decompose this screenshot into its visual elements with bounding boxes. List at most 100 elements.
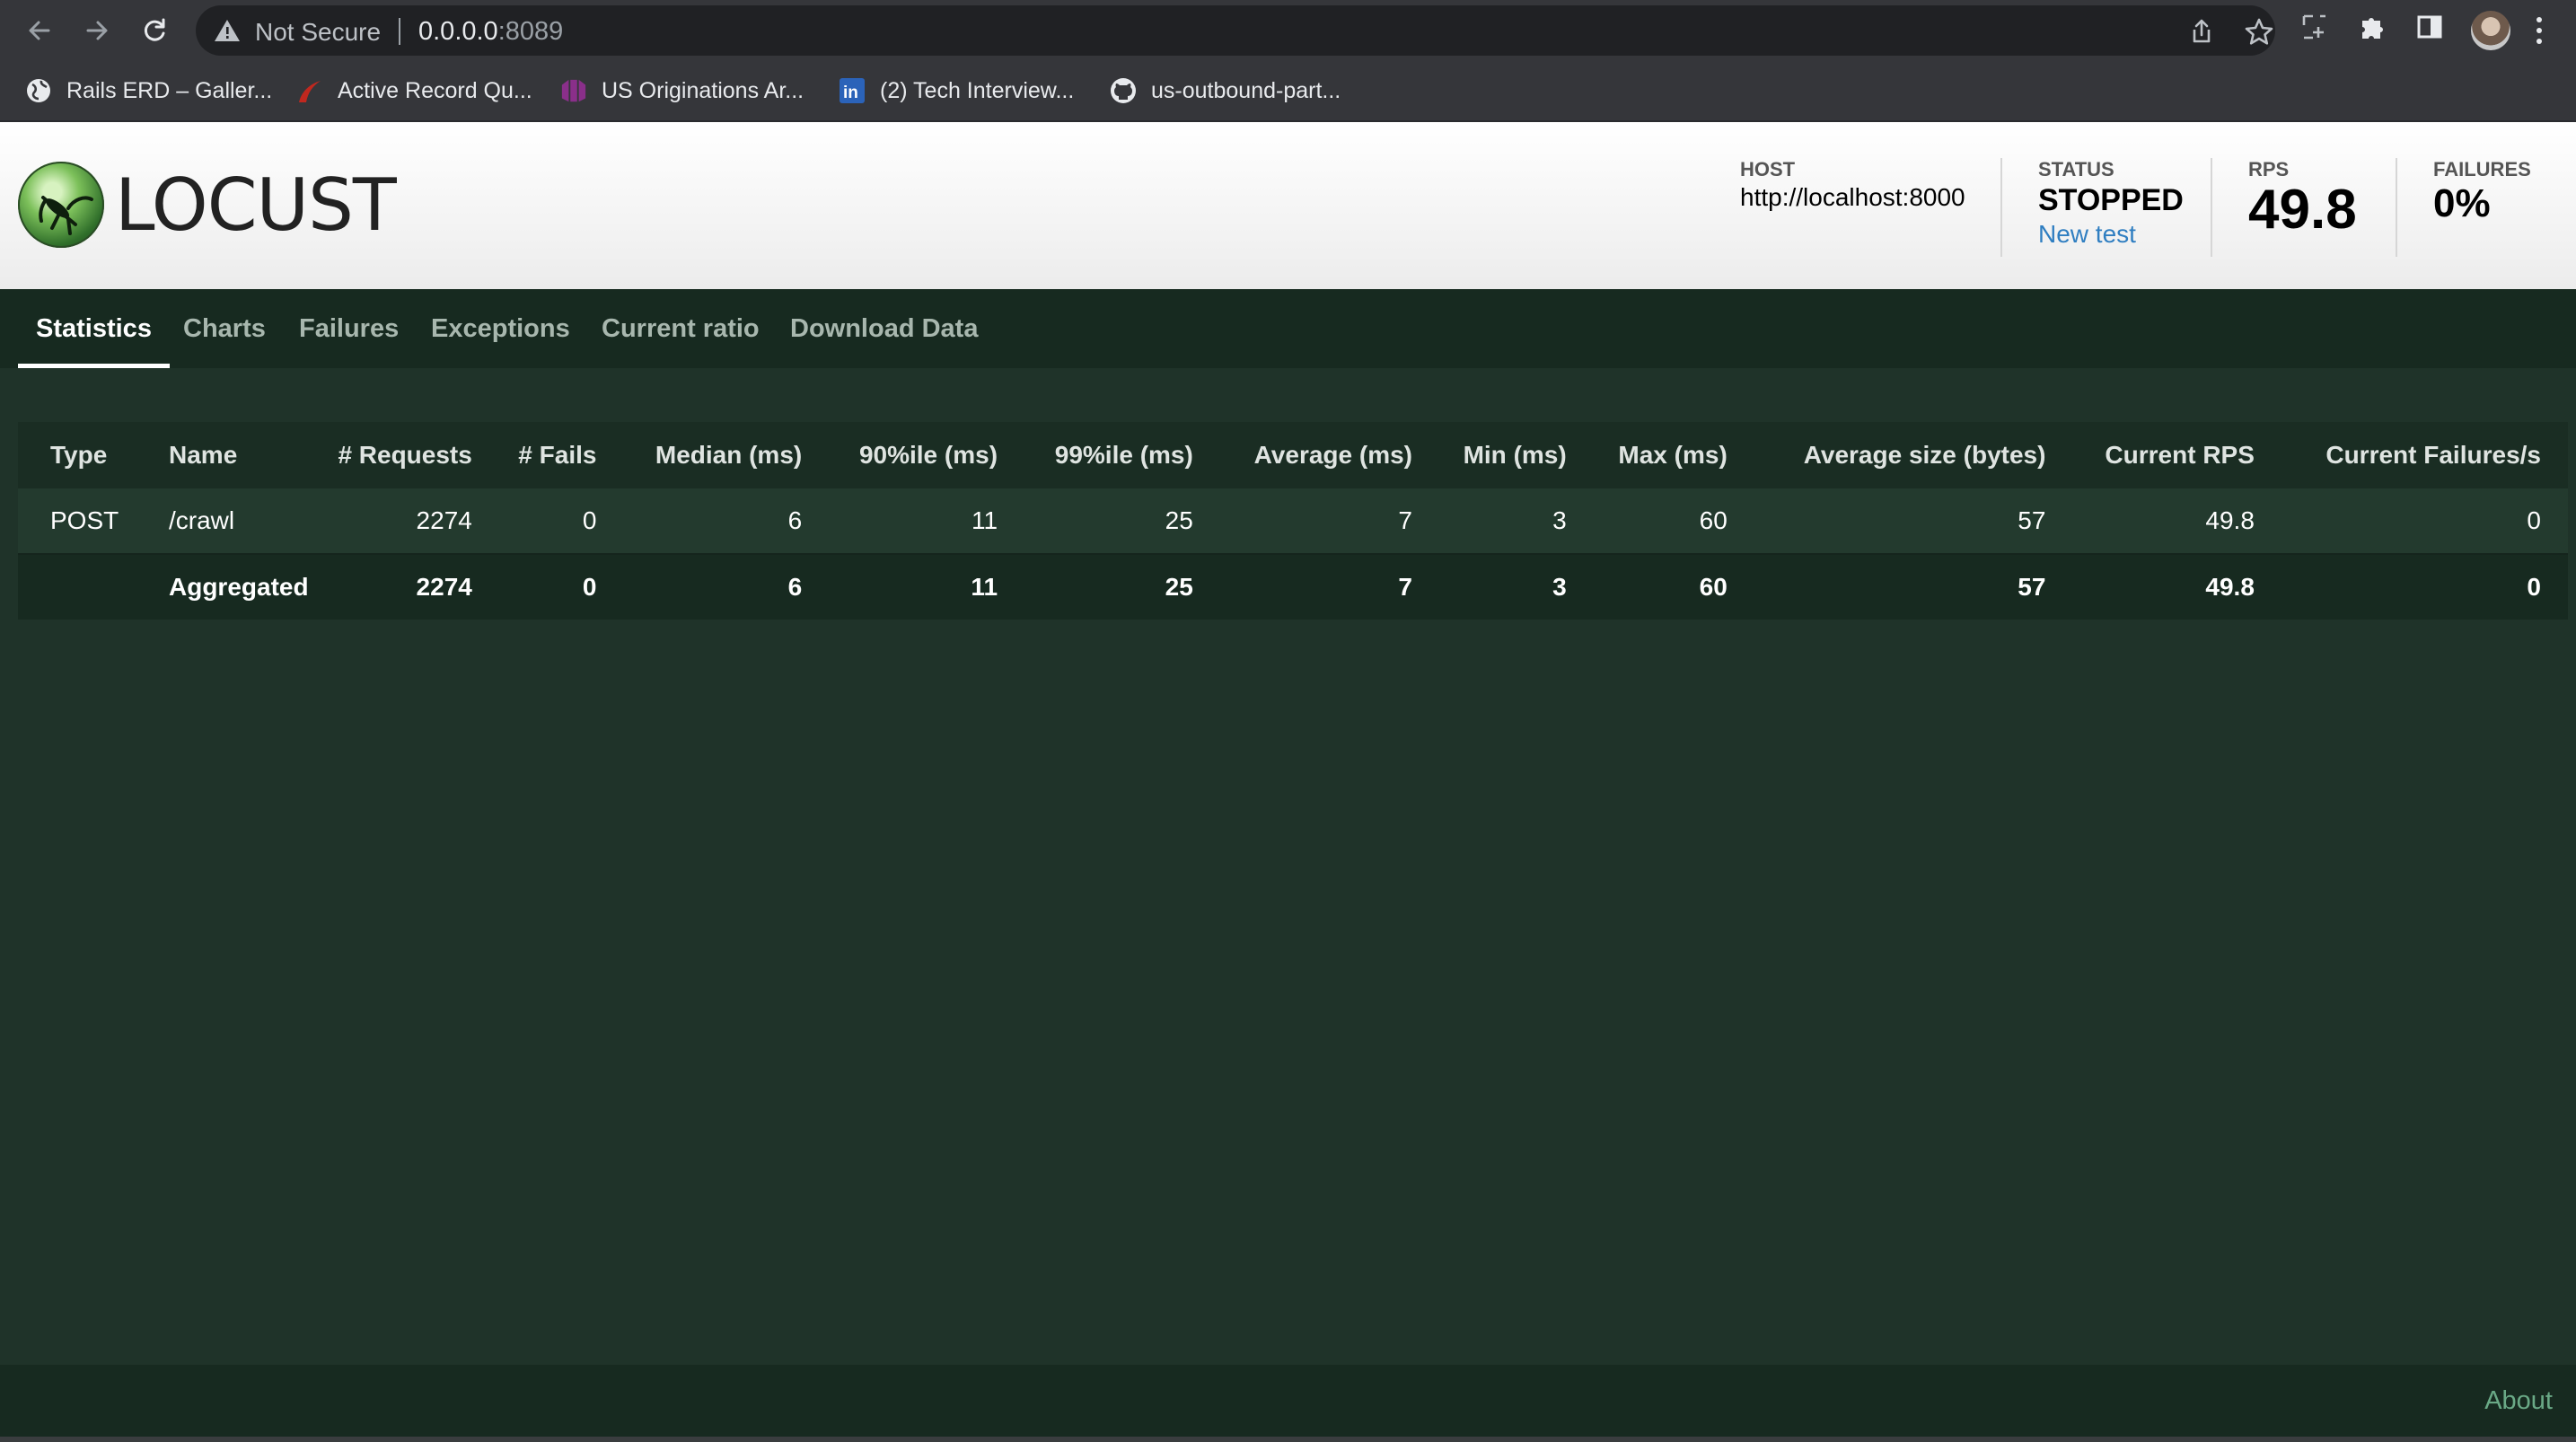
failures-stat: FAILURES 0%	[2433, 158, 2531, 226]
reload-icon	[144, 18, 165, 41]
security-label[interactable]: Not Secure	[255, 18, 381, 47]
tab-statistics[interactable]: Statistics	[18, 289, 170, 368]
cell-name: /crawl	[133, 488, 309, 554]
omnibox-divider	[399, 18, 400, 45]
cell-name: Aggregated	[133, 553, 309, 620]
cell-p99: 25	[1024, 553, 1220, 620]
tab-failures[interactable]: Failures	[281, 289, 417, 368]
cell-requests: 2274	[308, 553, 499, 620]
cell-current-rps: 49.8	[2072, 488, 2281, 554]
browser-toolbar: Not Secure 0.0.0.0:8089	[0, 0, 2576, 61]
column-header[interactable]: Current Failures/s	[2281, 422, 2568, 488]
table-header-row: Type Name # Requests # Fails Median (ms)…	[18, 422, 2568, 488]
column-header[interactable]: Average (ms)	[1219, 422, 1439, 488]
locust-logo-icon[interactable]	[18, 162, 104, 248]
cell-max: 60	[1593, 553, 1754, 620]
status-value: STOPPED	[2038, 183, 2184, 217]
cell-p99: 25	[1024, 488, 1220, 554]
arrow-right-icon	[86, 21, 108, 40]
cell-fails: 0	[498, 553, 624, 620]
cell-type: POST	[18, 488, 133, 554]
stat-divider	[2000, 158, 2002, 257]
column-header[interactable]: 99%ile (ms)	[1024, 422, 1220, 488]
cell-type	[18, 553, 133, 620]
bookmark-us-originations[interactable]: US Originations Ar...	[560, 61, 804, 120]
column-header[interactable]: Type	[18, 422, 133, 488]
grid-app-icon	[560, 77, 587, 104]
cell-requests: 2274	[308, 488, 499, 554]
about-link[interactable]: About	[2484, 1386, 2553, 1416]
cell-average: 7	[1219, 488, 1439, 554]
cell-average: 7	[1219, 553, 1439, 620]
failures-label: FAILURES	[2433, 158, 2531, 180]
menu-kebab-icon[interactable]	[2534, 14, 2545, 51]
cell-current-rps: 49.8	[2072, 553, 2281, 620]
host-label: HOST	[1740, 158, 1796, 180]
column-header[interactable]: # Fails	[498, 422, 624, 488]
tab-bar: Statistics Charts Failures Exceptions Cu…	[0, 289, 2576, 368]
forward-button[interactable]	[75, 9, 119, 52]
host-stat: HOST http://localhost:8000	[1740, 158, 1965, 212]
tab-download-data[interactable]: Download Data	[772, 289, 996, 368]
column-header[interactable]: Max (ms)	[1593, 422, 1754, 488]
url-text[interactable]: 0.0.0.0:8089	[418, 17, 563, 47]
rps-value: 49.8	[2248, 179, 2357, 241]
cell-current-failures: 0	[2281, 488, 2568, 554]
url-port: :8089	[497, 17, 564, 46]
stats-table: Type Name # Requests # Fails Median (ms)…	[18, 422, 2568, 620]
reload-button[interactable]	[133, 9, 176, 52]
status-stat: STATUS STOPPED New test	[2038, 158, 2184, 249]
back-button[interactable]	[18, 9, 61, 52]
column-header[interactable]: Average size (bytes)	[1754, 422, 2073, 488]
failures-value: 0%	[2433, 181, 2491, 225]
share-icon[interactable]	[2189, 18, 2214, 49]
tab-current-ratio[interactable]: Current ratio	[584, 289, 778, 368]
host-value: http://localhost:8000	[1740, 183, 1965, 211]
column-header[interactable]: Median (ms)	[623, 422, 830, 488]
rps-stat: RPS 49.8	[2248, 158, 2357, 242]
bookmark-tech-interview[interactable]: in (2) Tech Interview...	[839, 61, 1074, 120]
column-header[interactable]: Name	[133, 422, 309, 488]
new-test-link[interactable]: New test	[2038, 220, 2184, 249]
globe-icon	[25, 77, 52, 104]
footer: About	[0, 1365, 2576, 1437]
table-row: POST /crawl 2274 0 6 11 25 7 3 60 57 49.…	[18, 488, 2568, 554]
column-header[interactable]: 90%ile (ms)	[829, 422, 1025, 488]
cell-median: 6	[623, 553, 830, 620]
cell-fails: 0	[498, 488, 624, 554]
logo-wordmark[interactable]: LOCUST	[115, 163, 397, 247]
bookmark-rails-erd[interactable]: Rails ERD – Galler...	[25, 61, 272, 120]
cell-max: 60	[1593, 488, 1754, 554]
warning-icon	[214, 18, 241, 48]
profile-avatar[interactable]	[2471, 11, 2510, 50]
tab-search-icon[interactable]	[2300, 13, 2329, 46]
address-bar[interactable]: Not Secure 0.0.0.0:8089	[196, 5, 2275, 56]
stat-divider	[2211, 158, 2212, 257]
cell-min: 3	[1439, 553, 1594, 620]
arrow-left-icon	[29, 21, 50, 40]
cell-current-failures: 0	[2281, 553, 2568, 620]
bookmark-label: us-outbound-part...	[1151, 77, 1341, 103]
url-host: 0.0.0.0	[418, 17, 498, 46]
column-header[interactable]: Current RPS	[2072, 422, 2281, 488]
cell-median: 6	[623, 488, 830, 554]
svg-text:in: in	[843, 84, 858, 102]
rails-icon	[296, 77, 323, 104]
column-header[interactable]: # Requests	[308, 422, 499, 488]
bookmark-label: US Originations Ar...	[602, 77, 804, 103]
star-icon[interactable]	[2245, 18, 2273, 49]
cell-avg-size: 57	[1754, 488, 2073, 554]
bookmark-active-record[interactable]: Active Record Qu...	[296, 61, 532, 120]
bookmark-us-outbound[interactable]: us-outbound-part...	[1110, 61, 1341, 120]
side-panel-icon[interactable]	[2415, 13, 2444, 46]
extensions-puzzle-icon[interactable]	[2358, 13, 2387, 46]
bookmark-label: Active Record Qu...	[338, 77, 532, 103]
bookmark-label: (2) Tech Interview...	[880, 77, 1075, 103]
tab-charts[interactable]: Charts	[165, 289, 284, 368]
cell-p90: 11	[829, 553, 1025, 620]
tab-exceptions[interactable]: Exceptions	[413, 289, 588, 368]
column-header[interactable]: Min (ms)	[1439, 422, 1594, 488]
window-bottom-edge	[0, 1437, 2576, 1442]
linkedin-icon: in	[839, 77, 866, 104]
cell-p90: 11	[829, 488, 1025, 554]
